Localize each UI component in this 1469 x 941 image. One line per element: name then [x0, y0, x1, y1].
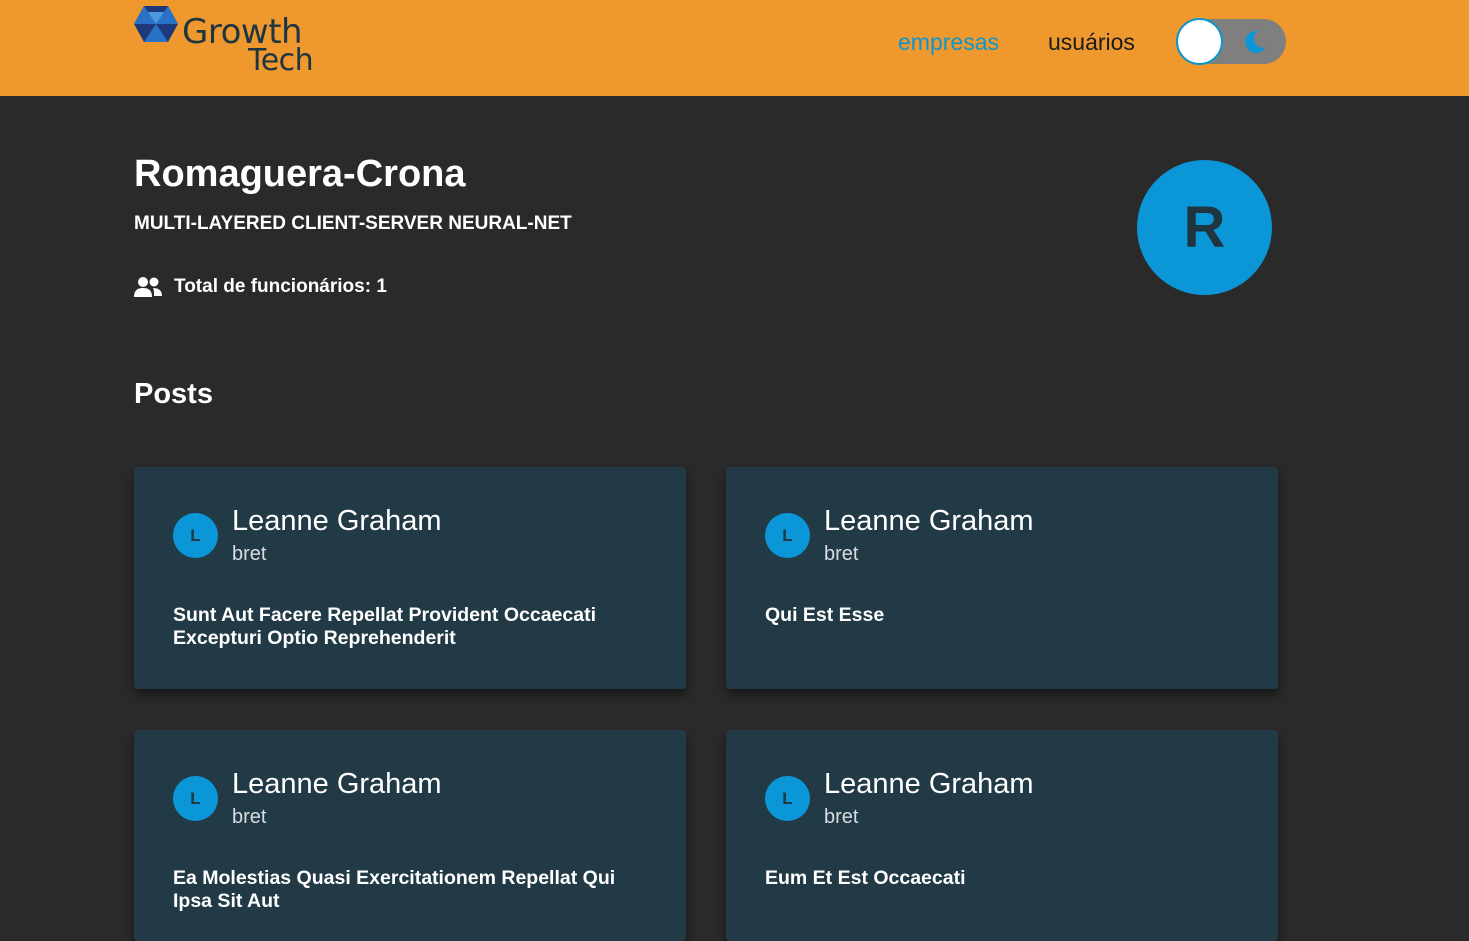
author-avatar: L: [765, 776, 810, 821]
author-avatar: L: [765, 513, 810, 558]
posts-heading: Posts: [134, 378, 213, 410]
growth-tech-logo[interactable]: Growth Tech: [134, 6, 324, 78]
author-name: Leanne Graham: [824, 768, 1034, 800]
post-card[interactable]: L Leanne Graham bret Sunt Aut Facere Rep…: [134, 467, 686, 689]
company-name: Romaguera-Crona: [134, 153, 466, 195]
author-username: bret: [824, 806, 859, 828]
toggle-knob: [1176, 18, 1223, 65]
post-card[interactable]: L Leanne Graham bret Eum Et Est Occaecat…: [726, 730, 1278, 941]
post-card[interactable]: L Leanne Graham bret Ea Molestias Quasi …: [134, 730, 686, 941]
company-catchphrase: MULTI-LAYERED CLIENT-SERVER NEURAL-NET: [134, 213, 572, 234]
author-username: bret: [232, 543, 267, 565]
users-icon: [134, 277, 162, 297]
moon-icon: [1245, 30, 1266, 53]
author-avatar: L: [173, 513, 218, 558]
logo-mark-icon: [134, 6, 178, 42]
post-title: Sunt Aut Facere Repellat Provident Occae…: [173, 604, 596, 649]
author-username: bret: [824, 543, 859, 565]
nav-link-empresas[interactable]: empresas: [898, 28, 999, 56]
author-name: Leanne Graham: [824, 505, 1034, 537]
author-avatar: L: [173, 776, 218, 821]
post-title: Qui Est Esse: [765, 604, 885, 626]
nav-link-usuarios[interactable]: usuários: [1048, 28, 1135, 56]
top-navbar: Growth Tech empresas usuários: [0, 0, 1469, 96]
post-title: Ea Molestias Quasi Exercitationem Repell…: [173, 867, 616, 912]
author-name: Leanne Graham: [232, 768, 442, 800]
employees-label: Total de funcionários: 1: [174, 276, 387, 297]
theme-toggle[interactable]: [1176, 18, 1286, 65]
author-name: Leanne Graham: [232, 505, 442, 537]
logo-text-tech: Tech: [248, 43, 314, 78]
employees-count: Total de funcionários: 1: [134, 274, 387, 300]
post-card[interactable]: L Leanne Graham bret Qui Est Esse: [726, 467, 1278, 689]
author-username: bret: [232, 806, 267, 828]
company-avatar: R: [1137, 160, 1272, 295]
post-title: Eum Et Est Occaecati: [765, 867, 966, 889]
